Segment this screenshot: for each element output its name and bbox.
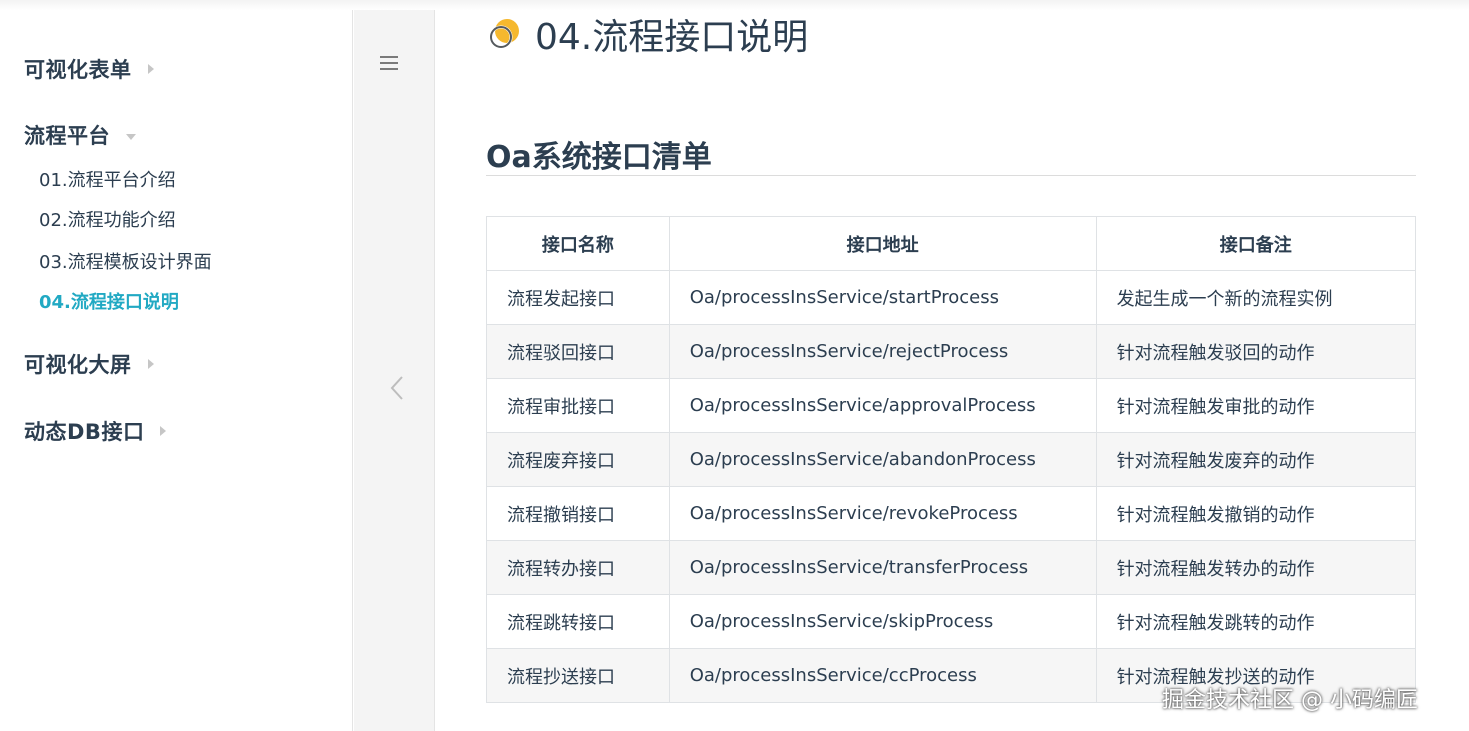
section-heading: Oa系统接口清单	[486, 140, 712, 175]
header-name: 接口名称	[486, 216, 670, 271]
sidebar-group-visual-form[interactable]: 可视化表单	[24, 54, 154, 84]
watermark: 掘金技术社区 @ 小码编匠	[1162, 688, 1418, 713]
cell-remark: 针对流程触发撤销的动作	[1095, 486, 1417, 541]
cell-address: Oa/processInsService/revokeProcess	[668, 486, 1097, 541]
sidebar-item-api-docs[interactable]: 04.流程接口说明	[39, 288, 179, 314]
cell-address: Oa/processInsService/abandonProcess	[668, 432, 1097, 487]
cell-remark: 针对流程触发驳回的动作	[1095, 324, 1417, 379]
cell-address: Oa/processInsService/skipProcess	[668, 594, 1097, 649]
page-title-row: 04.流程接口说明	[488, 8, 808, 60]
sidebar-item-platform-intro[interactable]: 01.流程平台介绍	[39, 166, 176, 192]
cell-name: 流程驳回接口	[486, 324, 670, 379]
cell-name: 流程转办接口	[486, 540, 670, 595]
sidebar-group-process-platform[interactable]: 流程平台	[24, 120, 136, 150]
cell-remark: 发起生成一个新的流程实例	[1095, 270, 1417, 325]
caret-right-icon	[147, 64, 154, 74]
sidebar-group-label: 动态DB接口	[24, 420, 145, 444]
table-row: 流程发起接口 Oa/processInsService/startProcess…	[486, 270, 1417, 325]
caret-right-icon	[147, 359, 154, 369]
cell-remark: 针对流程触发废弃的动作	[1095, 432, 1417, 487]
header-address: 接口地址	[668, 216, 1097, 271]
sidebar-collapse-strip	[354, 10, 435, 731]
table-row: 流程转办接口 Oa/processInsService/transferProc…	[486, 540, 1417, 595]
cell-name: 流程审批接口	[486, 378, 670, 433]
cell-address: Oa/processInsService/rejectProcess	[668, 324, 1097, 379]
cell-address: Oa/processInsService/startProcess	[668, 270, 1097, 325]
cell-address: Oa/processInsService/ccProcess	[668, 648, 1097, 703]
sidebar: 可视化表单 流程平台 01.流程平台介绍 02.流程功能介绍 03.流程模板设计…	[0, 10, 353, 731]
table-row: 流程审批接口 Oa/processInsService/approvalProc…	[486, 378, 1417, 433]
title-bullet-icon	[489, 19, 519, 49]
table-row: 流程废弃接口 Oa/processInsService/abandonProce…	[486, 432, 1417, 487]
sidebar-item-template-design[interactable]: 03.流程模板设计界面	[39, 248, 212, 274]
table-header-row: 接口名称 接口地址 接口备注	[486, 216, 1417, 271]
cell-remark: 针对流程触发跳转的动作	[1095, 594, 1417, 649]
cell-remark: 针对流程触发转办的动作	[1095, 540, 1417, 595]
main-content: 04.流程接口说明 Oa系统接口清单 接口名称 接口地址 接口备注 流程发起接口…	[436, 0, 1469, 731]
chevron-left-icon[interactable]	[390, 375, 404, 401]
sidebar-group-label: 可视化表单	[24, 58, 132, 82]
cell-name: 流程抄送接口	[486, 648, 670, 703]
cell-address: Oa/processInsService/approvalProcess	[668, 378, 1097, 433]
caret-down-icon	[126, 133, 136, 140]
cell-name: 流程撤销接口	[486, 486, 670, 541]
section-divider	[486, 175, 1416, 176]
cell-address: Oa/processInsService/transferProcess	[668, 540, 1097, 595]
page-title: 04.流程接口说明	[535, 17, 809, 58]
sidebar-group-dynamic-db[interactable]: 动态DB接口	[24, 416, 167, 446]
cell-name: 流程发起接口	[486, 270, 670, 325]
cell-remark: 针对流程触发审批的动作	[1095, 378, 1417, 433]
sidebar-group-label: 流程平台	[24, 124, 110, 148]
table-row: 流程跳转接口 Oa/processInsService/skipProcess …	[486, 594, 1417, 649]
header-remark: 接口备注	[1095, 216, 1417, 271]
caret-right-icon	[160, 426, 167, 436]
sidebar-group-visual-screen[interactable]: 可视化大屏	[24, 349, 154, 379]
menu-icon[interactable]	[380, 56, 398, 70]
cell-name: 流程跳转接口	[486, 594, 670, 649]
api-table: 接口名称 接口地址 接口备注 流程发起接口 Oa/processInsServi…	[486, 216, 1417, 703]
sidebar-item-function-intro[interactable]: 02.流程功能介绍	[39, 206, 176, 232]
cell-name: 流程废弃接口	[486, 432, 670, 487]
table-row: 流程撤销接口 Oa/processInsService/revokeProces…	[486, 486, 1417, 541]
sidebar-group-label: 可视化大屏	[24, 353, 132, 377]
table-row: 流程驳回接口 Oa/processInsService/rejectProces…	[486, 324, 1417, 379]
